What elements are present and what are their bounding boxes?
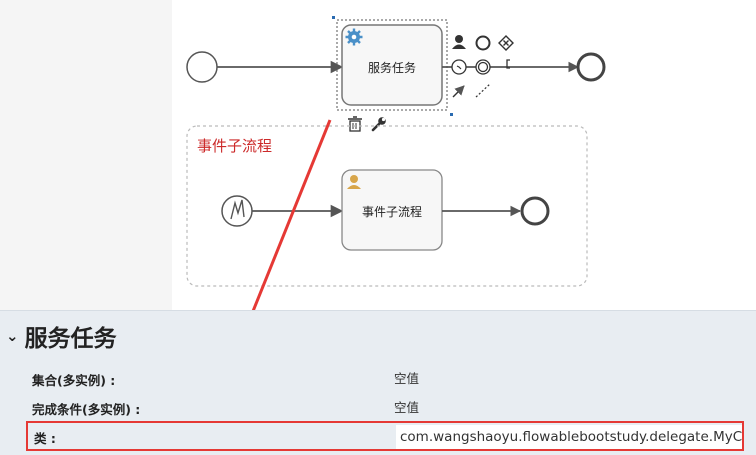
end-event[interactable] <box>576 52 606 82</box>
trash-icon[interactable] <box>348 116 362 132</box>
user-icon[interactable] <box>452 35 466 49</box>
subprocess-task-label: 事件子流程 <box>361 205 422 219</box>
arrow-icon[interactable] <box>452 85 465 98</box>
gear-icon <box>345 28 363 46</box>
properties-title: 服务任务 <box>24 326 117 352</box>
gateway-icon[interactable] <box>498 35 514 51</box>
property-key: 集合(多实例) : <box>32 373 116 388</box>
start-event[interactable] <box>186 51 218 83</box>
timer-icon[interactable] <box>451 59 467 75</box>
class-input[interactable]: com.wangshaoyu.flowablebootstudy.delegat… <box>396 425 742 449</box>
end-event[interactable] <box>520 196 550 226</box>
service-task-label: 服务任务 <box>367 61 416 75</box>
subprocess-title: 事件子流程 <box>197 137 273 155</box>
property-row-class[interactable]: 类 : com.wangshaoyu.flowablebootstudy.del… <box>26 421 744 451</box>
property-value[interactable]: 空值 <box>394 368 419 387</box>
resize-handle[interactable] <box>332 16 335 19</box>
properties-panel: ⌄ 服务任务 集合(多实例) : 空值 完成条件(多实例) : 空值 类 : c… <box>0 310 756 455</box>
dotted-line-icon[interactable] <box>475 83 491 98</box>
property-value[interactable]: 空值 <box>394 397 419 416</box>
wrench-icon[interactable] <box>371 117 386 132</box>
property-key: 类 : <box>34 431 56 446</box>
resize-handle[interactable] <box>450 113 453 116</box>
chevron-down-icon[interactable]: ⌄ <box>6 327 19 345</box>
property-row-collection[interactable]: 集合(多实例) : 空值 <box>0 366 756 390</box>
property-key: 完成条件(多实例) : <box>32 402 141 417</box>
circle-icon[interactable] <box>475 35 491 51</box>
properties-header[interactable]: ⌄ 服务任务 <box>6 321 117 352</box>
property-row-completion[interactable]: 完成条件(多实例) : 空值 <box>0 395 756 419</box>
double-circle-icon[interactable] <box>475 59 491 75</box>
